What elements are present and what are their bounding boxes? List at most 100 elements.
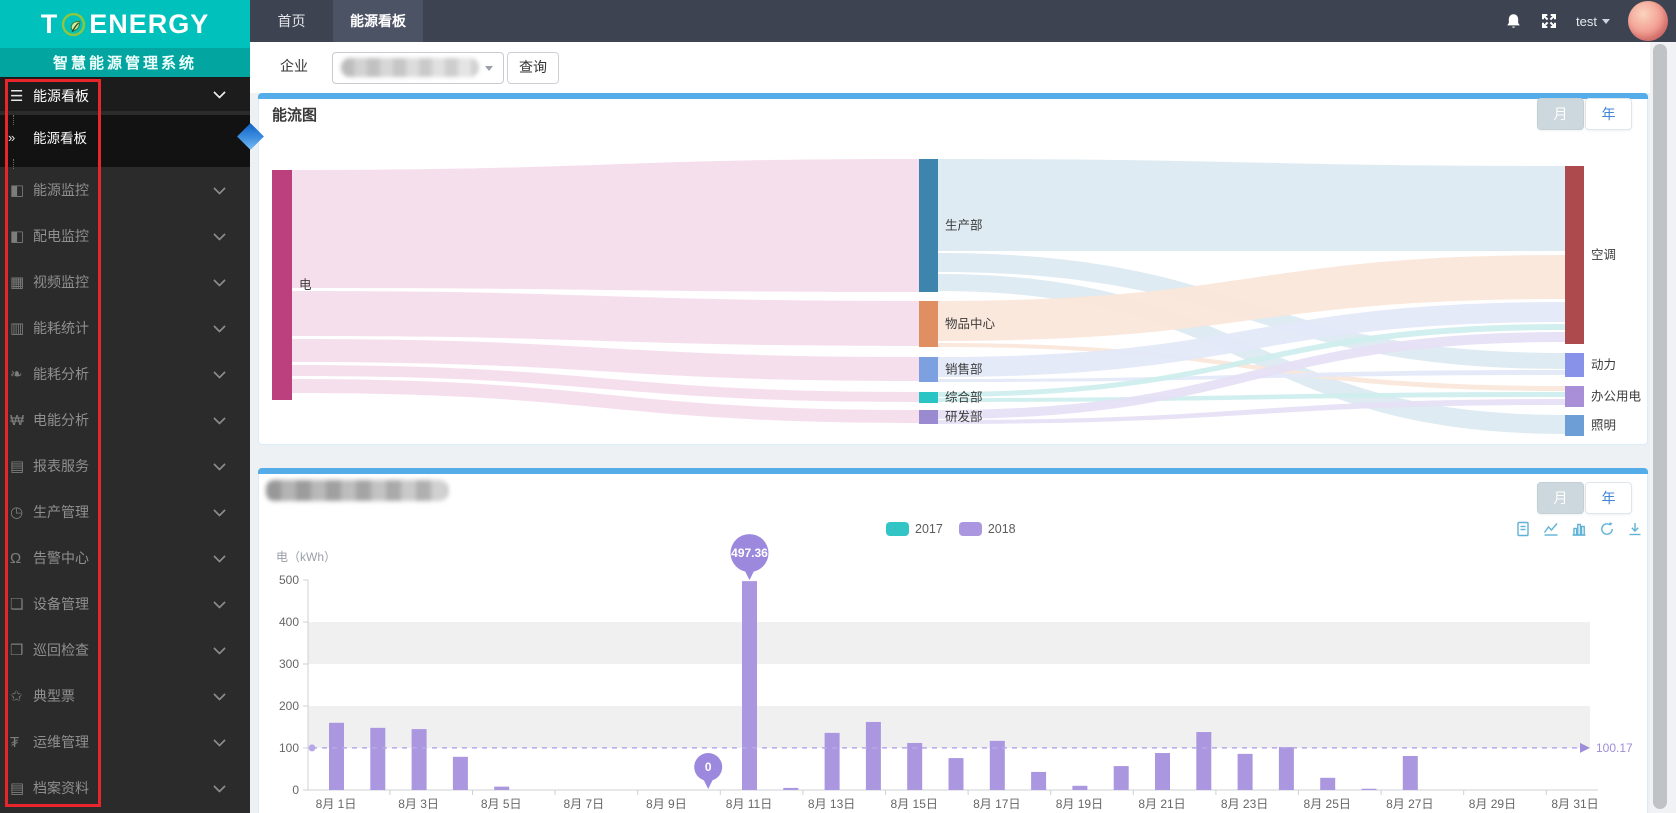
sidebar-item-8[interactable]: Ω 告警中心 — [0, 535, 250, 581]
line-chart-icon[interactable] — [1542, 520, 1560, 538]
user-dropdown[interactable]: test — [1576, 14, 1610, 29]
refresh-icon[interactable] — [1598, 520, 1616, 538]
year-toggle[interactable]: 年 — [1585, 98, 1632, 130]
sidebar-item-11[interactable]: ✩ 典型票 — [0, 673, 250, 719]
leaf-icon: ❧ — [10, 366, 23, 383]
legend-item-2018[interactable]: 2018 — [958, 522, 1016, 536]
svg-text:办公用电: 办公用电 — [1591, 389, 1642, 404]
svg-text:200: 200 — [279, 699, 299, 713]
double-chevron-icon: » — [8, 129, 16, 145]
sidebar-item-1[interactable]: ◧ 配电监控 — [0, 213, 250, 259]
bar-chart-icon[interactable] — [1570, 520, 1588, 538]
markpoint-497.36: 497.36 — [730, 534, 769, 581]
sidebar-item-label: 档案资料 — [33, 780, 89, 796]
redacted-enterprise-value — [341, 58, 479, 77]
sidebar-item-label: 能源监控 — [33, 182, 89, 198]
svg-text:8月 13日: 8月 13日 — [808, 797, 855, 811]
svg-text:8月 1日: 8月 1日 — [316, 797, 357, 811]
sidebar-item-0[interactable]: ◧ 能源监控 — [0, 167, 250, 213]
sidebar-item-label: 视频监控 — [33, 274, 89, 290]
logo-text: ENERGY — [89, 8, 210, 39]
chart-legend: 2017 2018 — [886, 522, 1016, 536]
chevron-down-icon — [213, 228, 226, 241]
top-navbar: 首页 能源看板 test — [0, 0, 1676, 42]
svg-text:8月 5日: 8月 5日 — [481, 797, 522, 811]
month-toggle[interactable]: 月 — [1537, 98, 1584, 130]
svg-text:8月 9日: 8月 9日 — [646, 797, 687, 811]
sankey-node-研发部 — [919, 410, 938, 424]
legend-item-2017[interactable]: 2017 — [886, 522, 943, 536]
sidebar-item-label: 运维管理 — [33, 734, 89, 750]
query-button[interactable]: 查询 — [507, 52, 559, 84]
logo-text: T — [40, 8, 59, 39]
sidebar-item-5[interactable]: ₩ 电能分析 — [0, 397, 250, 443]
app-subtitle: 智慧能源管理系统 — [0, 48, 250, 77]
chart-toolbox — [1514, 520, 1644, 538]
chevron-down-icon — [213, 458, 226, 471]
svg-text:销售部: 销售部 — [945, 362, 983, 377]
sidebar-item-label: 典型票 — [33, 688, 75, 704]
sidebar-item-energy-dashboard[interactable]: ☰ 能源看板 — [0, 77, 250, 111]
enterprise-label: 企业 — [280, 58, 308, 74]
sidebar-item-6[interactable]: ▤ 报表服务 — [0, 443, 250, 489]
avatar[interactable] — [1628, 1, 1668, 41]
chevron-down-icon — [213, 86, 226, 99]
svg-text:8月 23日: 8月 23日 — [1221, 797, 1268, 811]
tab-energy-dashboard[interactable]: 能源看板 — [333, 0, 423, 42]
svg-text:8月 31日: 8月 31日 — [1551, 797, 1598, 811]
bar-day-12 — [783, 787, 799, 790]
dashboard-icon: ☰ — [10, 88, 24, 105]
year-toggle[interactable]: 年 — [1585, 482, 1632, 514]
book-icon: ❏ — [10, 596, 24, 613]
bar-day-1 — [329, 722, 344, 790]
bar-day-16 — [948, 758, 964, 790]
sidebar-item-13[interactable]: ▤ 档案资料 — [0, 765, 250, 811]
report-icon: ▤ — [10, 458, 25, 475]
bar-chart-icon: ▥ — [10, 320, 25, 337]
sidebar-subitem-energy-dashboard[interactable]: » 能源看板 — [0, 115, 250, 159]
sidebar-item-4[interactable]: ❧ 能耗分析 — [0, 351, 250, 397]
sankey-node-物品中心 — [919, 301, 938, 347]
svg-text:8月 21日: 8月 21日 — [1138, 797, 1185, 811]
sidebar-item-12[interactable]: ₮ 运维管理 — [0, 719, 250, 765]
sidebar-menu: ◧ 能源监控 ◧ 配电监控 ▦ 视频监控 ▥ 能耗统计 ❧ 能耗分析 ₩ 电能分析 ▤ 报表服务 ◷ 生产管理… — [0, 167, 250, 811]
bell-icon[interactable] — [1505, 13, 1522, 30]
bar-day-2 — [370, 727, 386, 790]
sankey-chart[interactable]: 电 生产部物品中心销售部综合部研发部 空调动力办公用电照明 — [258, 93, 1648, 445]
sankey-node-空调 — [1565, 166, 1584, 344]
fullscreen-icon[interactable] — [1540, 12, 1558, 30]
sidebar-item-10[interactable]: ❒ 巡回检查 — [0, 627, 250, 673]
svg-text:电: 电 — [299, 278, 312, 292]
film-icon: ▦ — [10, 274, 25, 291]
tab-home[interactable]: 首页 — [250, 0, 333, 42]
svg-text:8月 25日: 8月 25日 — [1304, 797, 1351, 811]
sidebar-item-3[interactable]: ▥ 能耗统计 — [0, 305, 250, 351]
chevron-down-icon — [213, 412, 226, 425]
svg-text:8月 27日: 8月 27日 — [1386, 797, 1433, 811]
legend-label: 2017 — [915, 522, 943, 536]
svg-text:综合部: 综合部 — [945, 390, 983, 405]
sidebar-item-label: 能耗分析 — [33, 366, 89, 382]
sidebar-item-label: 巡回检查 — [33, 642, 89, 658]
sidebar-item-7[interactable]: ◷ 生产管理 — [0, 489, 250, 535]
data-view-icon[interactable] — [1514, 520, 1532, 538]
sidebar-item-2[interactable]: ▦ 视频监控 — [0, 259, 250, 305]
bar-day-5 — [494, 786, 510, 790]
sankey-link-电-生产部 — [292, 159, 919, 292]
sidebar-item-label: 设备管理 — [33, 596, 89, 612]
bar-day-19 — [1072, 785, 1088, 790]
app-logo[interactable]: T ENERGY — [0, 0, 250, 48]
month-toggle[interactable]: 月 — [1537, 482, 1584, 514]
chevron-down-icon — [213, 550, 226, 563]
chevron-down-icon — [213, 734, 226, 747]
download-icon[interactable] — [1626, 520, 1644, 538]
sidebar-item-9[interactable]: ❏ 设备管理 — [0, 581, 250, 627]
bar-chart[interactable]: 0 100 200 300 400 500 电（kWh） 8月 1日 8月 3日 8月 5日 8月 … — [258, 468, 1648, 813]
legend-swatch — [886, 522, 909, 536]
scrollbar-thumb[interactable] — [1653, 44, 1667, 809]
won-sign-icon: ₩ — [10, 411, 25, 429]
sankey-node-综合部 — [919, 392, 938, 403]
camera-icon: ◧ — [10, 182, 25, 199]
enterprise-select[interactable] — [332, 52, 504, 84]
svg-text:研发部: 研发部 — [945, 409, 983, 424]
